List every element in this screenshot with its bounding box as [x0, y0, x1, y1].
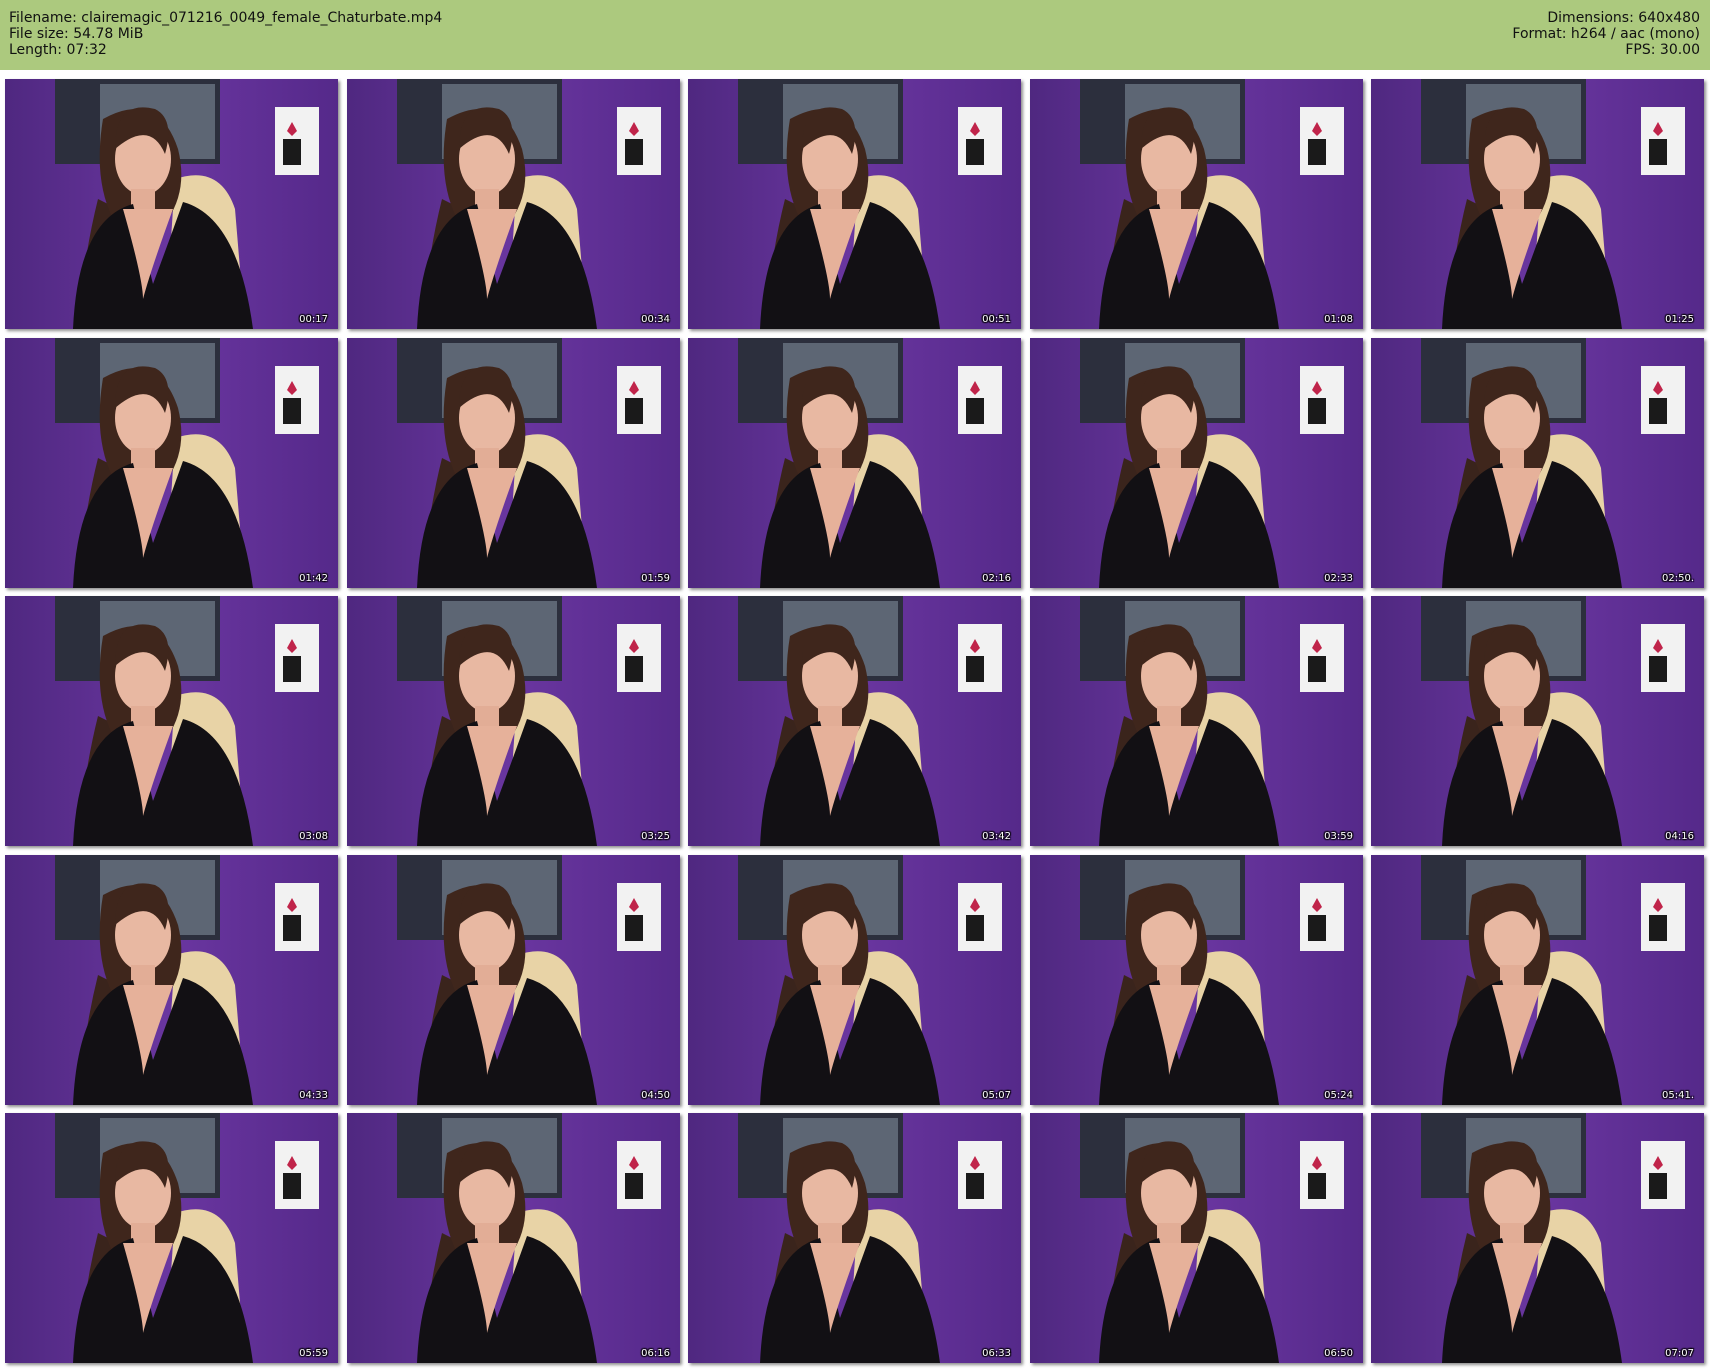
frame-image — [347, 596, 680, 846]
frame-image — [688, 855, 1021, 1105]
video-thumbnail: 01:25 — [1371, 79, 1704, 329]
video-thumbnail: 04:16 — [1371, 596, 1704, 846]
frame-image — [1030, 338, 1363, 588]
thumbnail-timestamp: 06:16 — [641, 1348, 670, 1359]
frame-image — [1371, 596, 1704, 846]
frame-image — [1371, 79, 1704, 329]
frame-image — [688, 1113, 1021, 1363]
frame-image — [1371, 338, 1704, 588]
dimensions-text: Dimensions: 640x480 — [1547, 10, 1700, 26]
thumbnail-timestamp: 00:51 — [982, 314, 1011, 325]
video-thumbnail: 00:17 — [5, 79, 338, 329]
video-thumbnail: 01:59 — [347, 338, 680, 588]
thumbnail-timestamp: 00:34 — [641, 314, 670, 325]
thumbnail-timestamp: 01:59 — [641, 573, 670, 584]
thumbnail-timestamp: 05:07 — [982, 1090, 1011, 1101]
thumbnail-timestamp: 01:08 — [1324, 314, 1353, 325]
thumbnail-timestamp: 04:50 — [641, 1090, 670, 1101]
frame-image — [347, 855, 680, 1105]
frame-image — [5, 1113, 338, 1363]
thumbnail-timestamp: 00:17 — [299, 314, 328, 325]
fps-text: FPS: 30.00 — [1625, 42, 1700, 58]
video-thumbnail: 03:59 — [1030, 596, 1363, 846]
video-thumbnail: 04:33 — [5, 855, 338, 1105]
video-thumbnail: 05:07 — [688, 855, 1021, 1105]
thumbnail-timestamp: 03:25 — [641, 831, 670, 842]
video-thumbnail: 00:34 — [347, 79, 680, 329]
frame-image — [1371, 1113, 1704, 1363]
thumbnail-timestamp: 01:25 — [1665, 314, 1694, 325]
video-thumbnail: 02:50. — [1371, 338, 1704, 588]
file-info: Filename: clairemagic_071216_0049_female… — [9, 10, 442, 58]
thumbnail-timestamp: 05:24 — [1324, 1090, 1353, 1101]
thumbnail-timestamp: 03:42 — [982, 831, 1011, 842]
frame-image — [347, 79, 680, 329]
video-thumbnail: 05:24 — [1030, 855, 1363, 1105]
thumbnail-timestamp: 06:33 — [982, 1348, 1011, 1359]
frame-image — [5, 338, 338, 588]
thumbnail-timestamp: 03:08 — [299, 831, 328, 842]
thumbnail-timestamp: 04:33 — [299, 1090, 328, 1101]
video-info: Dimensions: 640x480 Format: h264 / aac (… — [1512, 10, 1700, 58]
video-thumbnail: 06:16 — [347, 1113, 680, 1363]
thumbnail-timestamp: 04:16 — [1665, 831, 1694, 842]
video-thumbnail: 03:08 — [5, 596, 338, 846]
frame-image — [5, 855, 338, 1105]
frame-image — [688, 596, 1021, 846]
frame-image — [5, 596, 338, 846]
frame-image — [1030, 1113, 1363, 1363]
frame-image — [1371, 855, 1704, 1105]
thumbnail-timestamp: 02:50. — [1662, 573, 1694, 584]
frame-image — [688, 338, 1021, 588]
video-thumbnail: 00:51 — [688, 79, 1021, 329]
frame-image — [347, 1113, 680, 1363]
thumbnail-timestamp: 01:42 — [299, 573, 328, 584]
video-thumbnail: 05:59 — [5, 1113, 338, 1363]
thumbnail-timestamp: 07:07 — [1665, 1348, 1694, 1359]
info-header: Filename: clairemagic_071216_0049_female… — [0, 0, 1710, 70]
thumbnail-timestamp: 06:50 — [1324, 1348, 1353, 1359]
format-text: Format: h264 / aac (mono) — [1512, 26, 1700, 42]
video-thumbnail: 06:50 — [1030, 1113, 1363, 1363]
thumbnail-timestamp: 02:16 — [982, 573, 1011, 584]
frame-image — [1030, 855, 1363, 1105]
thumbnail-timestamp: 03:59 — [1324, 831, 1353, 842]
video-thumbnail: 07:07 — [1371, 1113, 1704, 1363]
video-thumbnail: 02:16 — [688, 338, 1021, 588]
video-thumbnail: 03:42 — [688, 596, 1021, 846]
thumbnail-timestamp: 05:41. — [1662, 1090, 1694, 1101]
thumbnail-timestamp: 02:33 — [1324, 573, 1353, 584]
video-thumbnail: 02:33 — [1030, 338, 1363, 588]
thumbnail-timestamp: 05:59 — [299, 1348, 328, 1359]
video-thumbnail: 03:25 — [347, 596, 680, 846]
length-text: Length: 07:32 — [9, 42, 107, 58]
video-thumbnail: 05:41. — [1371, 855, 1704, 1105]
frame-image — [688, 79, 1021, 329]
video-thumbnail: 04:50 — [347, 855, 680, 1105]
video-thumbnail: 01:42 — [5, 338, 338, 588]
filename-text: Filename: clairemagic_071216_0049_female… — [9, 10, 443, 26]
frame-image — [347, 338, 680, 588]
video-thumbnail: 06:33 — [688, 1113, 1021, 1363]
frame-image — [5, 79, 338, 329]
video-thumbnail: 01:08 — [1030, 79, 1363, 329]
filesize-text: File size: 54.78 MiB — [9, 26, 144, 42]
frame-image — [1030, 79, 1363, 329]
frame-image — [1030, 596, 1363, 846]
